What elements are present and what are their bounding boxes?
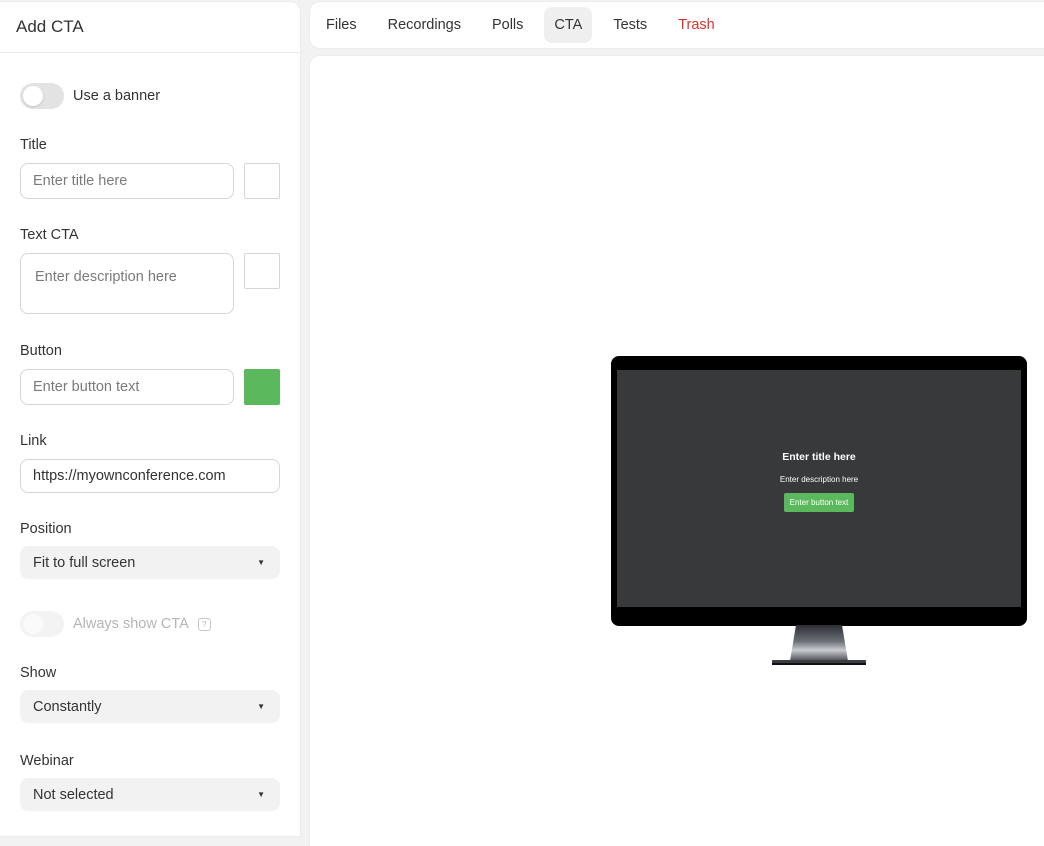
webinar-label: Webinar — [20, 753, 74, 769]
help-icon[interactable]: ? — [197, 617, 211, 631]
show-value: Constantly — [33, 698, 102, 715]
preview-cta-title: Enter title here — [782, 451, 856, 463]
use-banner-row: Use a banner — [20, 83, 160, 109]
title-input[interactable] — [20, 163, 234, 199]
tab-cta[interactable]: CTA — [544, 7, 593, 43]
show-label: Show — [20, 665, 57, 681]
tab-recordings[interactable]: Recordings — [378, 7, 471, 43]
monitor-icon: Enter title here Enter description here … — [611, 356, 1027, 626]
always-show-row: Always show CTA ? — [20, 611, 211, 637]
tab-files[interactable]: Files — [316, 7, 367, 43]
title-color-picker[interactable] — [244, 163, 280, 199]
always-show-label: Always show CTA — [73, 616, 189, 632]
position-select[interactable]: Fit to full screen ▼ — [20, 546, 280, 579]
panel-title: Add CTA — [0, 2, 300, 53]
monitor-stand-icon — [772, 625, 866, 665]
show-select[interactable]: Constantly ▼ — [20, 690, 280, 723]
preview-cta-button: Enter button text — [783, 493, 855, 512]
position-value: Fit to full screen — [33, 554, 136, 571]
caret-down-icon: ▼ — [257, 790, 265, 799]
caret-down-icon: ▼ — [257, 702, 265, 711]
use-banner-toggle[interactable] — [20, 83, 64, 109]
link-label: Link — [20, 433, 47, 449]
tab-polls[interactable]: Polls — [482, 7, 533, 43]
preview-cta-description: Enter description here — [779, 475, 859, 484]
text-cta-textarea[interactable] — [20, 253, 234, 314]
webinar-select[interactable]: Not selected ▼ — [20, 778, 280, 811]
position-label: Position — [20, 521, 72, 537]
text-cta-label: Text CTA — [20, 227, 79, 243]
tab-bar: Files Recordings Polls CTA Tests Trash — [310, 2, 1044, 48]
tab-tests[interactable]: Tests — [603, 7, 657, 43]
tab-trash[interactable]: Trash — [668, 7, 725, 43]
toggle-knob — [23, 614, 43, 634]
button-text-input[interactable] — [20, 369, 234, 405]
button-label: Button — [20, 343, 62, 359]
monitor-screen: Enter title here Enter description here … — [617, 370, 1021, 607]
title-label: Title — [20, 137, 47, 153]
button-color-picker[interactable] — [244, 369, 280, 405]
webinar-value: Not selected — [33, 786, 114, 803]
text-cta-color-picker[interactable] — [244, 253, 280, 289]
caret-down-icon: ▼ — [257, 558, 265, 567]
use-banner-label: Use a banner — [73, 88, 161, 104]
always-show-toggle[interactable] — [20, 611, 64, 637]
link-input[interactable] — [20, 459, 280, 493]
cta-preview-area: Enter title here Enter description here … — [310, 56, 1044, 846]
toggle-knob — [23, 86, 43, 106]
cta-settings-panel: Add CTA Use a banner Title Text CTA Butt… — [0, 2, 300, 836]
